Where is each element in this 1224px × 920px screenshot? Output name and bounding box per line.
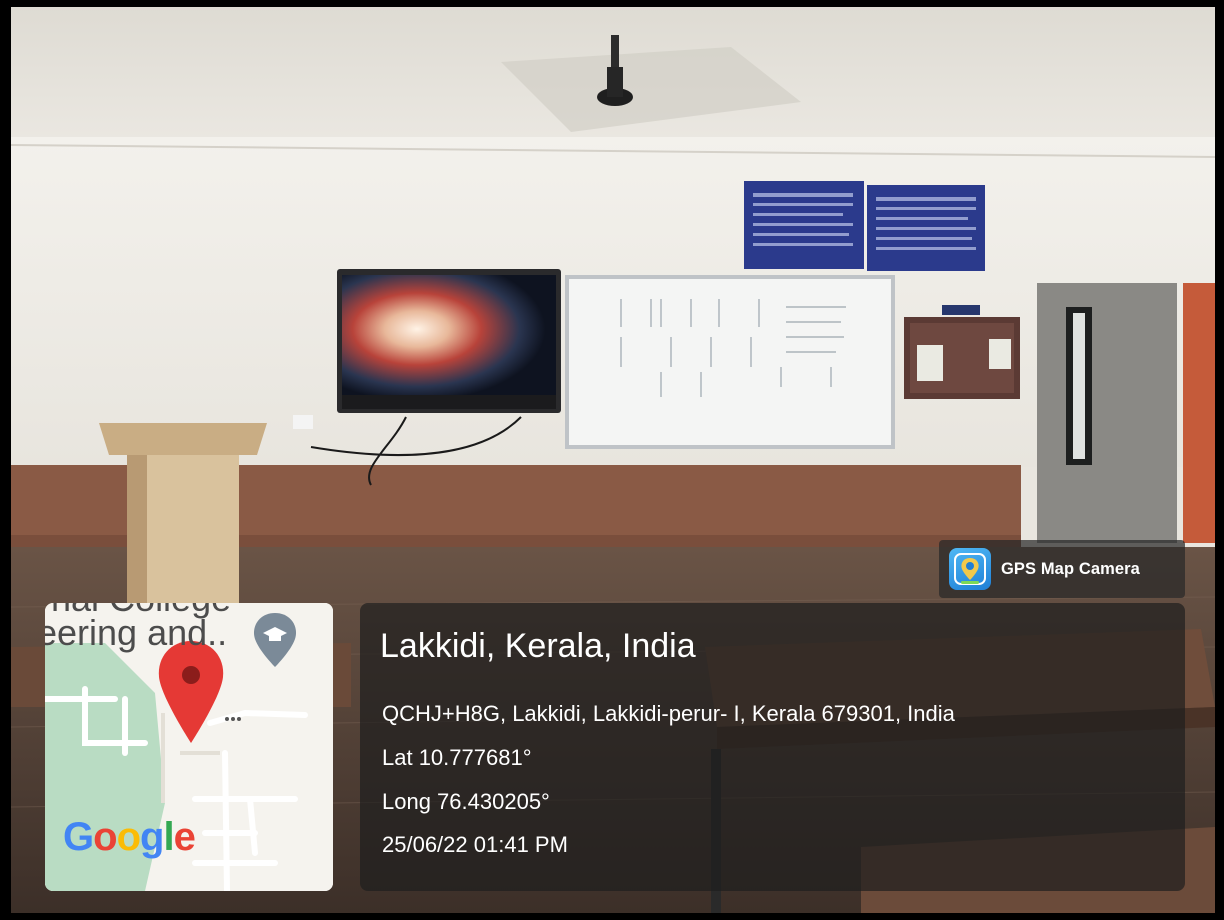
longitude-text: Long 76.430205° (382, 789, 550, 814)
google-logo-letter: l (163, 815, 174, 859)
photo-frame: GPS Map Camera eering and.. Google Lakki… (11, 7, 1215, 913)
map-thumbnail: nal College eering and.. Google (45, 603, 333, 891)
location-title: Lakkidi, Kerala, India (380, 627, 696, 665)
google-logo-letter: o (116, 815, 141, 859)
map-pin-camera-icon (949, 548, 991, 590)
location-info-panel: Lakkidi, Kerala, India QCHJ+H8G, Lakkidi… (360, 603, 1185, 891)
address-text: QCHJ+H8G, Lakkidi, Lakkidi-perur- I, Ker… (382, 701, 955, 726)
google-logo-letter: e (173, 815, 196, 859)
google-logo-letter: g (140, 815, 164, 859)
google-logo: Google (63, 815, 196, 859)
app-name: GPS Map Camera (1001, 559, 1140, 578)
latitude-text: Lat 10.777681° (382, 745, 532, 770)
app-watermark: GPS Map Camera (939, 540, 1185, 598)
timestamp-text: 25/06/22 01:41 PM (382, 832, 568, 857)
map-label: eering and.. (45, 612, 228, 653)
google-logo-letter: o (93, 815, 117, 859)
google-logo-letter: G (63, 815, 94, 859)
